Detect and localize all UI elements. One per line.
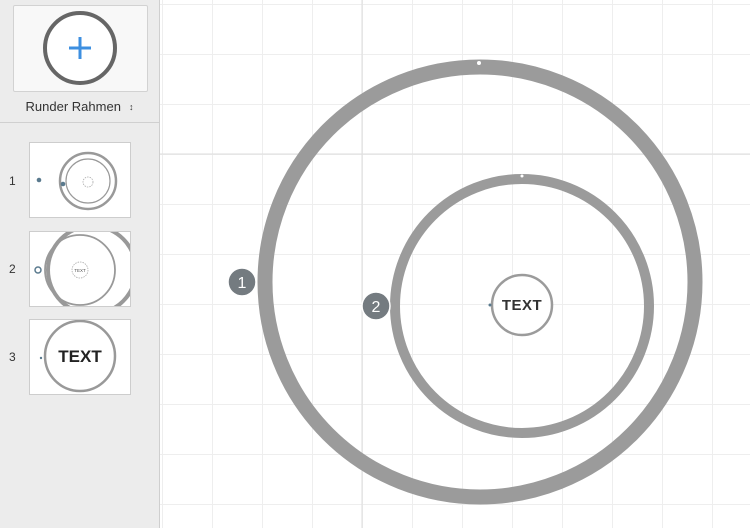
outer-frame-ring[interactable] <box>257 59 703 505</box>
inner-ring-handle[interactable] <box>520 174 524 178</box>
layer-2-preview: TEXT <box>34 232 130 306</box>
center-text[interactable]: TEXT <box>502 297 542 314</box>
add-frame-button[interactable] <box>13 5 148 92</box>
design-canvas[interactable]: TEXT 1 2 <box>160 0 750 528</box>
layer-1-preview <box>36 151 118 211</box>
canvas-artwork: TEXT 1 2 <box>160 0 750 528</box>
frame-type-label: Runder Rahmen <box>25 99 121 114</box>
layer-2-thumb-text: TEXT <box>74 268 86 273</box>
layer-thumb-2[interactable]: TEXT <box>29 231 131 307</box>
sort-arrows-icon: ↕ <box>128 102 134 112</box>
layer-sidebar: Runder Rahmen ↕ 1 2 TEXT 3 TEXT <box>0 0 160 528</box>
plus-circle-icon <box>43 11 117 85</box>
layer-number-1: 1 <box>9 174 16 188</box>
marker-1[interactable]: 1 <box>227 267 257 297</box>
layer-3-preview: TEXT <box>39 320 117 393</box>
layer-number-2: 2 <box>9 262 16 276</box>
sidebar-divider <box>0 122 159 123</box>
outer-ring-handle[interactable] <box>477 61 481 65</box>
text-circle-anchor[interactable] <box>488 303 492 307</box>
marker-1-label: 1 <box>238 275 247 292</box>
marker-2[interactable]: 2 <box>361 291 391 321</box>
frame-type-select[interactable]: Runder Rahmen ↕ <box>0 96 159 118</box>
layer-number-3: 3 <box>9 350 16 364</box>
marker-2-label: 2 <box>372 299 381 316</box>
layer-thumb-1[interactable] <box>29 142 131 218</box>
layer-3-thumb-text: TEXT <box>58 347 102 366</box>
layer-thumb-3[interactable]: TEXT <box>29 319 131 395</box>
